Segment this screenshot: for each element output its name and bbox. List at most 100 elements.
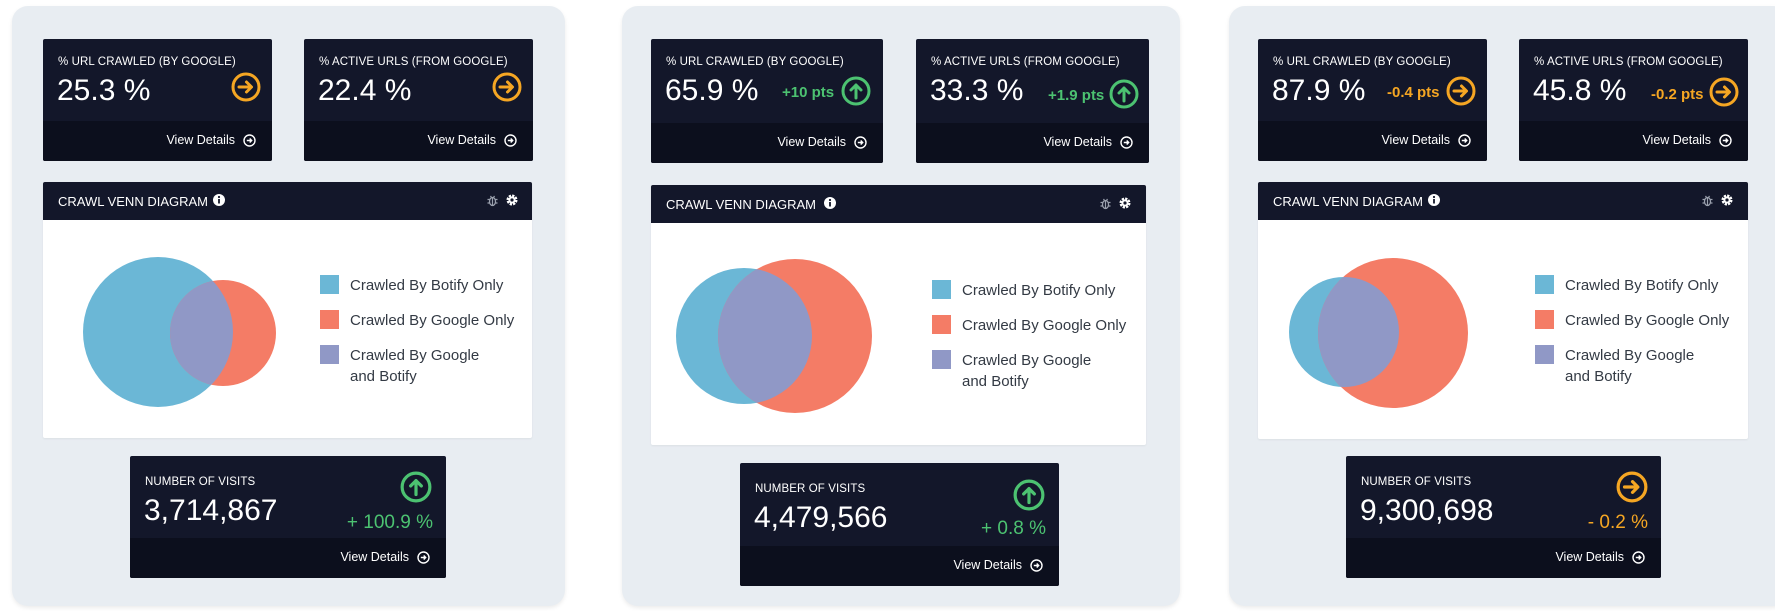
card-footer: View Details bbox=[1346, 538, 1661, 578]
view-details-link[interactable]: View Details bbox=[953, 558, 1043, 572]
legend-swatch bbox=[1535, 310, 1554, 329]
arrow-up-circle-icon bbox=[400, 471, 432, 503]
arrow-right-circle-icon bbox=[1120, 135, 1133, 149]
legend-label: Crawled By Botify Only bbox=[962, 282, 1116, 299]
view-details-label: View Details bbox=[953, 558, 1022, 572]
legend-item-both[interactable]: Crawled By Google and Botify bbox=[320, 345, 479, 387]
url-crawled-card: % URL CRAWLED (BY GOOGLE) 87.9 % -0.4 pt… bbox=[1258, 39, 1487, 161]
crawl-venn-card: CRAWL VENN DIAGRAM Crawled By Botify Onl… bbox=[651, 185, 1146, 445]
active-urls-card: % ACTIVE URLS (FROM GOOGLE) 33.3 % +1.9 … bbox=[916, 39, 1149, 163]
legend-item-botify-only[interactable]: Crawled By Botify Only bbox=[320, 275, 503, 296]
gear-icon[interactable] bbox=[1118, 196, 1132, 210]
card-label: % URL CRAWLED (BY GOOGLE) bbox=[58, 56, 236, 68]
view-details-link[interactable]: View Details bbox=[1043, 135, 1133, 149]
venn-diagram bbox=[83, 257, 276, 407]
arrow-right-circle-icon bbox=[854, 135, 867, 149]
view-details-link[interactable]: View Details bbox=[777, 135, 867, 149]
card-label: % ACTIVE URLS (FROM GOOGLE) bbox=[319, 56, 508, 68]
legend-item-google-only[interactable]: Crawled By Google Only bbox=[932, 315, 1126, 336]
card-footer: View Details bbox=[740, 546, 1059, 586]
view-details-link[interactable]: View Details bbox=[340, 550, 430, 564]
legend-swatch bbox=[320, 310, 339, 329]
legend-item-google-only[interactable]: Crawled By Google Only bbox=[1535, 310, 1729, 331]
card-delta: -0.4 pts bbox=[1387, 84, 1440, 101]
legend-swatch bbox=[320, 275, 339, 294]
legend-item-google-only[interactable]: Crawled By Google Only bbox=[320, 310, 514, 331]
info-icon[interactable] bbox=[212, 193, 226, 207]
bug-icon[interactable] bbox=[1701, 194, 1714, 207]
card-footer: View Details bbox=[43, 121, 272, 161]
dashboard-panel-2: % URL CRAWLED (BY GOOGLE) 65.9 % +10 pts… bbox=[622, 6, 1180, 606]
venn-title: CRAWL VENN DIAGRAM bbox=[666, 197, 816, 212]
view-details-link[interactable]: View Details bbox=[427, 133, 517, 147]
arrow-right-circle-icon bbox=[243, 133, 256, 147]
card-value: 45.8 % bbox=[1533, 74, 1627, 107]
legend-swatch bbox=[1535, 345, 1554, 364]
gear-icon[interactable] bbox=[505, 193, 519, 207]
view-details-link[interactable]: View Details bbox=[166, 133, 256, 147]
card-label: NUMBER OF VISITS bbox=[1361, 476, 1472, 488]
arrow-right-circle-icon bbox=[1719, 133, 1732, 147]
visits-card: NUMBER OF VISITS 9,300,698 - 0.2 % View … bbox=[1346, 456, 1661, 578]
legend-label: Crawled By Google Only bbox=[1565, 312, 1730, 329]
legend-label: Crawled By Google Only bbox=[350, 312, 515, 329]
arrow-up-circle-icon bbox=[1109, 79, 1139, 109]
card-value: 65.9 % bbox=[665, 74, 759, 107]
card-footer: View Details bbox=[304, 121, 533, 161]
card-delta: - 0.2 % bbox=[1587, 512, 1648, 533]
arrow-up-circle-icon bbox=[1013, 479, 1045, 511]
venn-title: CRAWL VENN DIAGRAM bbox=[1273, 194, 1423, 209]
card-label: % URL CRAWLED (BY GOOGLE) bbox=[1273, 56, 1451, 68]
legend-swatch bbox=[932, 350, 951, 369]
card-label: % ACTIVE URLS (FROM GOOGLE) bbox=[931, 56, 1120, 68]
arrow-right-circle-icon bbox=[231, 72, 261, 102]
legend-label: Crawled By Google and Botify bbox=[1565, 347, 1695, 385]
dashboard-panel-3: % URL CRAWLED (BY GOOGLE) 87.9 % -0.4 pt… bbox=[1229, 6, 1775, 606]
arrow-right-circle-icon bbox=[1030, 558, 1043, 572]
legend-swatch bbox=[320, 345, 339, 364]
card-label: % URL CRAWLED (BY GOOGLE) bbox=[666, 56, 844, 68]
view-details-link[interactable]: View Details bbox=[1555, 550, 1645, 564]
card-delta: + 0.8 % bbox=[981, 518, 1046, 539]
url-crawled-card: % URL CRAWLED (BY GOOGLE) 25.3 % View De… bbox=[43, 39, 272, 161]
legend-item-both[interactable]: Crawled By Google and Botify bbox=[932, 350, 1091, 392]
card-footer: View Details bbox=[1258, 121, 1487, 161]
card-footer: View Details bbox=[130, 538, 446, 578]
view-details-label: View Details bbox=[777, 135, 846, 149]
arrow-right-circle-icon bbox=[1446, 76, 1476, 106]
legend-label: Crawled By Botify Only bbox=[1565, 277, 1719, 294]
venn-title: CRAWL VENN DIAGRAM bbox=[58, 194, 208, 209]
legend-item-botify-only[interactable]: Crawled By Botify Only bbox=[1535, 275, 1718, 296]
card-value: 87.9 % bbox=[1272, 74, 1366, 107]
arrow-up-circle-icon bbox=[841, 76, 871, 106]
card-value: 3,714,867 bbox=[144, 494, 278, 527]
gear-icon[interactable] bbox=[1720, 193, 1734, 207]
venn-diagram bbox=[1289, 258, 1468, 408]
active-urls-card: % ACTIVE URLS (FROM GOOGLE) 22.4 % View … bbox=[304, 39, 533, 161]
arrow-right-circle-icon bbox=[492, 72, 522, 102]
view-details-link[interactable]: View Details bbox=[1381, 133, 1471, 147]
view-details-label: View Details bbox=[427, 133, 496, 147]
bug-icon[interactable] bbox=[1099, 197, 1112, 210]
crawl-venn-card: CRAWL VENN DIAGRAM Crawled By Botify Onl… bbox=[1258, 182, 1748, 439]
card-label: NUMBER OF VISITS bbox=[145, 476, 256, 488]
visits-card: NUMBER OF VISITS 4,479,566 + 0.8 % View … bbox=[740, 463, 1059, 586]
legend-item-both[interactable]: Crawled By Google and Botify bbox=[1535, 345, 1694, 387]
view-details-label: View Details bbox=[340, 550, 409, 564]
info-icon[interactable] bbox=[823, 196, 837, 210]
card-footer: View Details bbox=[651, 123, 883, 163]
legend-label: Crawled By Botify Only bbox=[350, 277, 504, 294]
info-icon[interactable] bbox=[1427, 193, 1441, 207]
card-label: % ACTIVE URLS (FROM GOOGLE) bbox=[1534, 56, 1723, 68]
card-footer: View Details bbox=[916, 123, 1149, 163]
card-value: 33.3 % bbox=[930, 74, 1024, 107]
venn-diagram bbox=[676, 259, 872, 413]
visits-card: NUMBER OF VISITS 3,714,867 + 100.9 % Vie… bbox=[130, 456, 446, 578]
arrow-right-circle-icon bbox=[1616, 471, 1648, 503]
card-value: 22.4 % bbox=[318, 74, 412, 107]
arrow-right-circle-icon bbox=[504, 133, 517, 147]
bug-icon[interactable] bbox=[486, 194, 499, 207]
card-delta: -0.2 pts bbox=[1651, 86, 1704, 103]
view-details-link[interactable]: View Details bbox=[1642, 133, 1732, 147]
legend-item-botify-only[interactable]: Crawled By Botify Only bbox=[932, 280, 1115, 301]
